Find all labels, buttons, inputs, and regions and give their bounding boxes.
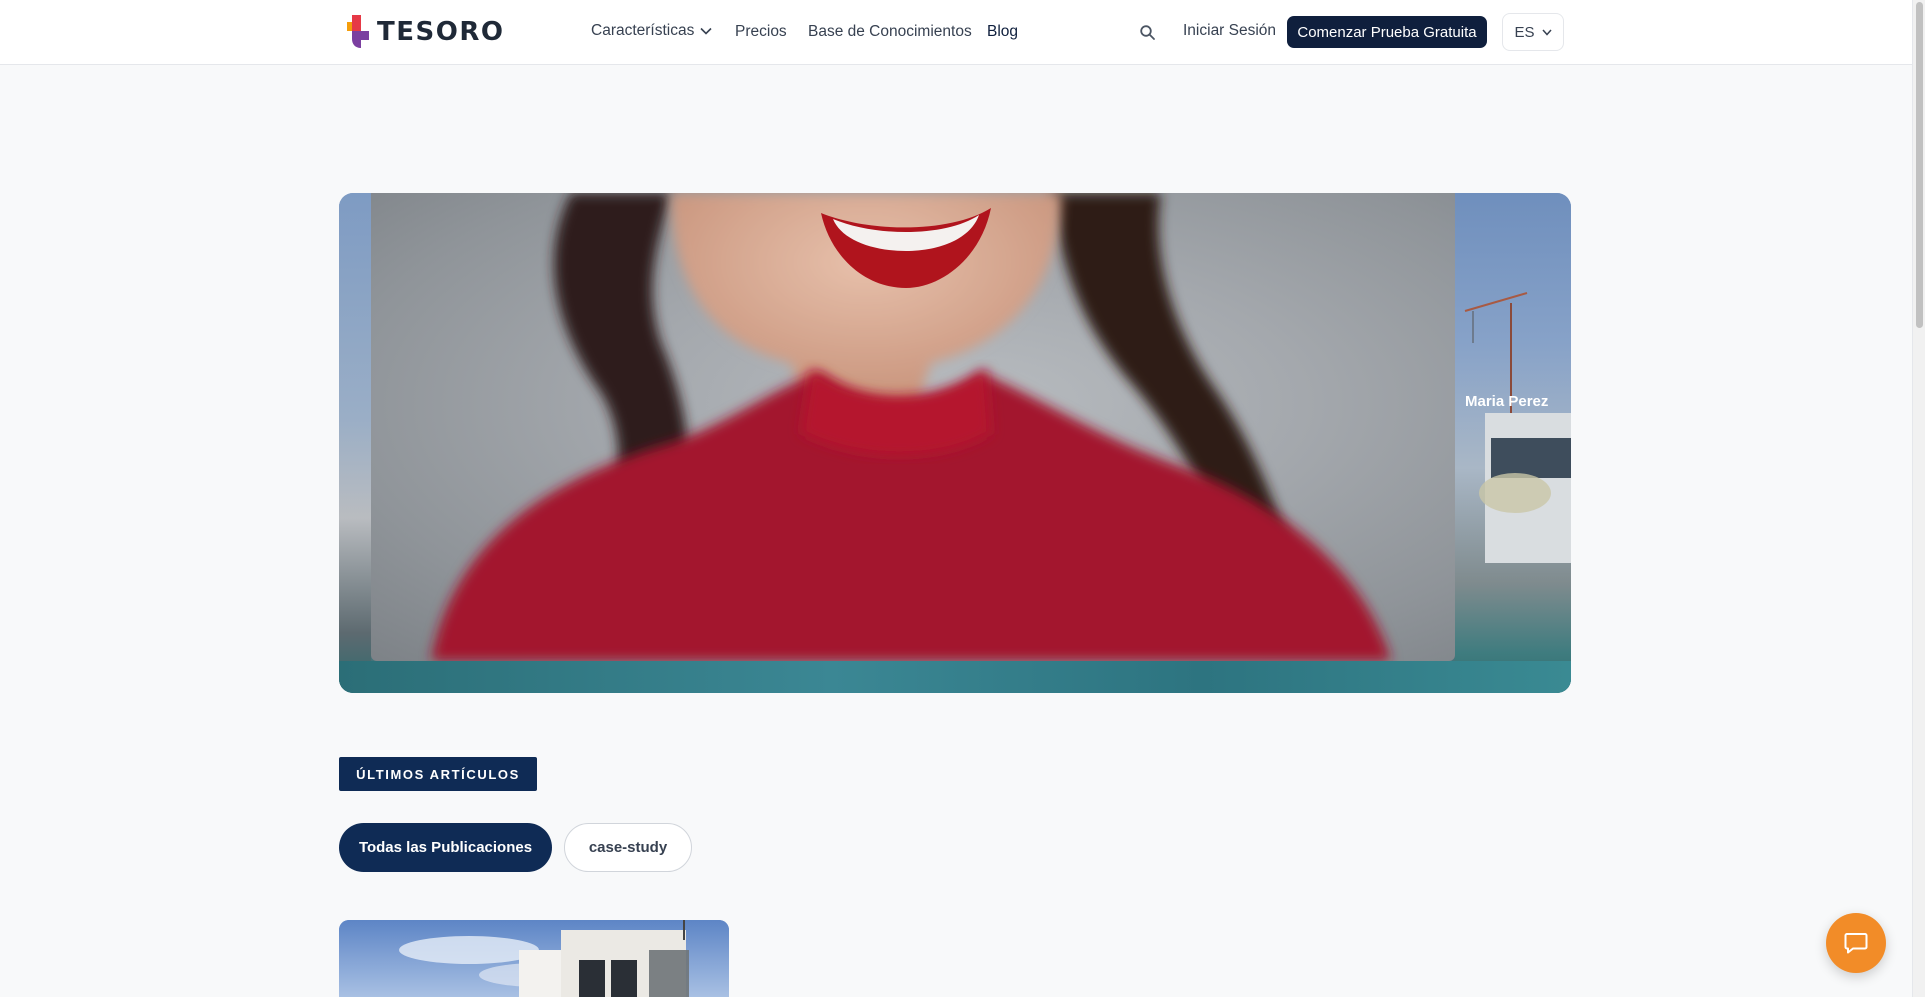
nav-item-blog[interactable]: Blog: [987, 23, 1018, 41]
scrollbar-thumb[interactable]: [1916, 2, 1923, 328]
filter-case-study-button[interactable]: case-study: [564, 823, 692, 872]
featured-post-hero[interactable]: Maria Perez: [339, 193, 1571, 693]
start-free-trial-button[interactable]: Comenzar Prueba Gratuita: [1287, 16, 1487, 48]
language-selector[interactable]: ES: [1502, 13, 1564, 51]
hero-portrait-image: [371, 193, 1455, 661]
crane-icon: [1464, 292, 1571, 563]
logo-mark-icon: [347, 15, 369, 48]
chat-icon: [1844, 933, 1868, 954]
latest-articles-badge: ÚLTIMOS ARTÍCULOS: [339, 757, 537, 791]
nav-item-features-label: Características: [591, 22, 695, 39]
site-header: TESORO Características Precios Base de C…: [0, 0, 1912, 65]
hero-author-caption: Maria Perez: [1465, 393, 1549, 410]
search-button[interactable]: [1139, 24, 1157, 42]
nav-item-features[interactable]: Características: [591, 22, 712, 40]
nav-item-pricing-label: Precios: [735, 23, 787, 40]
logo-wordmark: TESORO: [377, 17, 505, 47]
nav-item-knowledge-base[interactable]: Base de Conocimientos: [808, 23, 972, 41]
article-card-image: [339, 920, 729, 997]
search-icon: [1140, 25, 1155, 40]
chat-widget-button[interactable]: [1826, 913, 1886, 973]
article-card[interactable]: [339, 920, 729, 997]
nav-item-pricing[interactable]: Precios: [735, 23, 787, 41]
chevron-down-icon: [700, 27, 712, 35]
nav-item-knowledge-base-label: Base de Conocimientos: [808, 23, 972, 40]
signin-link[interactable]: Iniciar Sesión: [1183, 22, 1276, 40]
hero-pool-strip: [339, 661, 1571, 693]
filter-all-posts-button[interactable]: Todas las Publicaciones: [339, 823, 552, 872]
portrait-photo: [431, 193, 1391, 661]
nav-item-blog-label: Blog: [987, 23, 1019, 40]
chevron-down-icon: [1541, 29, 1552, 36]
hero-background-right: [1455, 193, 1571, 693]
tesoro-logo[interactable]: TESORO: [347, 15, 504, 49]
hero-background-left: [339, 193, 371, 693]
language-label: ES: [1514, 23, 1535, 41]
page-scrollbar[interactable]: [1912, 0, 1925, 997]
